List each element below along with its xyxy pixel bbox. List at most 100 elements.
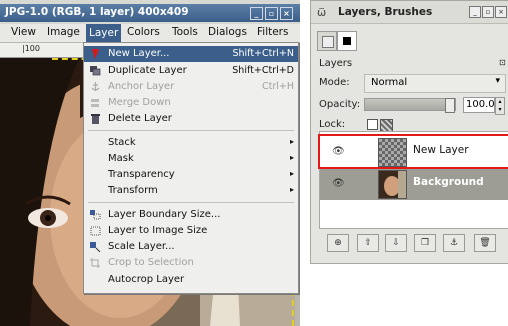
delete-layer-icon: [91, 114, 100, 124]
menu-item-label: New Layer...: [108, 48, 170, 59]
chevron-down-icon: ▾: [495, 76, 500, 86]
submenu-arrow-icon: ▸: [289, 169, 294, 178]
menu-filters[interactable]: Filters: [257, 26, 288, 38]
minimize-button[interactable]: _: [250, 7, 263, 20]
menu-item-delete-layer[interactable]: Delete Layer: [84, 111, 298, 127]
delete-layer-button[interactable]: 🗑: [474, 234, 496, 252]
submenu-arrow-icon: ▸: [289, 137, 294, 146]
menu-item-shortcut: Ctrl+H: [261, 81, 294, 92]
image-window-title: JPG-1.0 (RGB, 1 layer) 400x409: [5, 6, 189, 18]
opacity-spinbox[interactable]: 100.0: [463, 97, 495, 113]
new-layer-button[interactable]: ⊕: [327, 234, 349, 252]
anchor-layer-button[interactable]: ⚓: [443, 234, 465, 252]
menu-item-autocrop-layer[interactable]: Autocrop Layer: [84, 272, 298, 288]
lower-layer-button[interactable]: ⇩: [385, 234, 407, 252]
menu-item-layer-to-image-size[interactable]: Layer to Image Size: [84, 223, 298, 239]
anchor-icon: [91, 82, 100, 91]
menu-item-label: Anchor Layer: [108, 81, 175, 92]
mode-select[interactable]: Normal ▾: [364, 74, 506, 93]
menu-separator: [88, 202, 294, 203]
menubar: View Image Layer Colors Tools Dialogs Fi…: [0, 24, 300, 43]
opacity-slider-fill: [365, 99, 445, 110]
menu-view[interactable]: View: [11, 26, 36, 38]
menu-item-label: Layer Boundary Size...: [108, 209, 221, 220]
maximize-button[interactable]: ▫: [482, 6, 494, 18]
menu-item-label: Merge Down: [108, 97, 171, 108]
menu-item-new-layer[interactable]: New Layer... Shift+Ctrl+N: [84, 46, 298, 62]
layers-dialog-titlebar[interactable]: ѿ Layers, Brushes _ ▫ ×: [311, 1, 508, 24]
menu-item-layer-boundary-size[interactable]: Layer Boundary Size...: [84, 207, 298, 223]
new-layer-icon: [92, 49, 99, 59]
opacity-spin-buttons[interactable]: ▴ ▾: [495, 97, 505, 115]
mode-value: Normal: [371, 77, 408, 88]
menu-dialogs[interactable]: Dialogs: [208, 26, 247, 38]
submenu-arrow-icon: ▸: [289, 153, 294, 162]
page-icon: [322, 36, 334, 48]
menu-item-anchor-layer[interactable]: Anchor Layer Ctrl+H: [84, 79, 298, 95]
menu-item-mask[interactable]: Mask ▸: [84, 151, 298, 167]
menu-item-label: Autocrop Layer: [108, 274, 185, 285]
raise-layer-button[interactable]: ⇧: [357, 234, 379, 252]
opacity-slider[interactable]: [364, 98, 456, 113]
maximize-button[interactable]: ▫: [265, 7, 278, 20]
opacity-value: 100.0: [466, 99, 495, 110]
menu-layer[interactable]: Layer: [86, 24, 122, 42]
crop-icon: [90, 258, 100, 268]
menu-item-label: Transparency: [108, 169, 175, 180]
tab-brushes[interactable]: [317, 31, 337, 51]
highlight-new-layer-box: [318, 134, 508, 169]
layer-menu-dropdown: New Layer... Shift+Ctrl+N Duplicate Laye…: [83, 42, 299, 294]
layers-dialog-title: Layers, Brushes: [338, 6, 433, 18]
layer-thumbnail: [378, 170, 407, 199]
menu-separator: [88, 130, 294, 131]
merge-down-icon: [91, 99, 99, 107]
tab-menu-icon[interactable]: ⊡: [499, 58, 506, 67]
menu-item-label: Mask: [108, 153, 134, 164]
menu-item-shortcut: Shift+Ctrl+N: [232, 48, 294, 59]
layers-dialog: ѿ Layers, Brushes _ ▫ × Layers ⊡ Mode: N…: [310, 0, 508, 264]
minimize-button[interactable]: _: [469, 6, 481, 18]
duplicate-layer-button[interactable]: ❐: [414, 234, 436, 252]
menu-item-shortcut: Shift+Ctrl+D: [232, 65, 294, 76]
tab-layers[interactable]: [337, 31, 357, 51]
menu-item-label: Duplicate Layer: [108, 65, 187, 76]
menu-item-duplicate-layer[interactable]: Duplicate Layer Shift+Ctrl+D: [84, 63, 298, 79]
layers-button-bar: ⊕ ⇧ ⇩ ❐ ⚓ 🗑: [321, 234, 507, 252]
scale-layer-icon: [90, 242, 101, 252]
submenu-arrow-icon: ▸: [289, 185, 294, 194]
eye-icon[interactable]: 👁: [332, 178, 345, 189]
menu-item-transform[interactable]: Transform ▸: [84, 183, 298, 199]
lock-pixels-checkbox[interactable]: [367, 119, 378, 130]
close-button[interactable]: ×: [280, 7, 293, 20]
mode-label: Mode:: [319, 77, 350, 88]
menu-colors[interactable]: Colors: [127, 26, 160, 38]
menu-item-label: Layer to Image Size: [108, 225, 208, 236]
opacity-slider-knob[interactable]: [445, 98, 455, 113]
menu-item-transparency[interactable]: Transparency ▸: [84, 167, 298, 183]
boundary-size-icon: [90, 210, 101, 220]
close-button[interactable]: ×: [495, 6, 507, 18]
menu-image[interactable]: Image: [47, 26, 80, 38]
menu-item-scale-layer[interactable]: Scale Layer...: [84, 239, 298, 255]
lock-label: Lock:: [319, 119, 346, 130]
menu-item-label: Transform: [108, 185, 158, 196]
layer-to-image-icon: [90, 226, 101, 236]
menu-tools[interactable]: Tools: [172, 26, 198, 38]
menu-item-stack[interactable]: Stack ▸: [84, 135, 298, 151]
photo-thumbnail: [379, 171, 406, 198]
menu-item-label: Stack: [108, 137, 136, 148]
section-label: Layers: [319, 58, 353, 69]
layer-name: Background: [413, 176, 484, 188]
menu-item-crop-to-selection[interactable]: Crop to Selection: [84, 255, 298, 271]
duplicate-layer-icon: [90, 66, 101, 76]
menu-item-label: Delete Layer: [108, 113, 172, 124]
menu-item-merge-down[interactable]: Merge Down: [84, 95, 298, 111]
gimp-icon: ѿ: [317, 6, 327, 19]
opacity-label: Opacity:: [319, 99, 361, 110]
layer-row-background[interactable]: 👁 Background: [320, 168, 508, 200]
image-window-titlebar[interactable]: JPG-1.0 (RGB, 1 layer) 400x409 _ ▫ ×: [0, 4, 300, 22]
layers-tab-icon: [343, 37, 351, 45]
ruler-tick-label: |100: [22, 44, 40, 53]
menu-item-label: Scale Layer...: [108, 241, 175, 252]
menu-item-label: Crop to Selection: [108, 257, 194, 268]
